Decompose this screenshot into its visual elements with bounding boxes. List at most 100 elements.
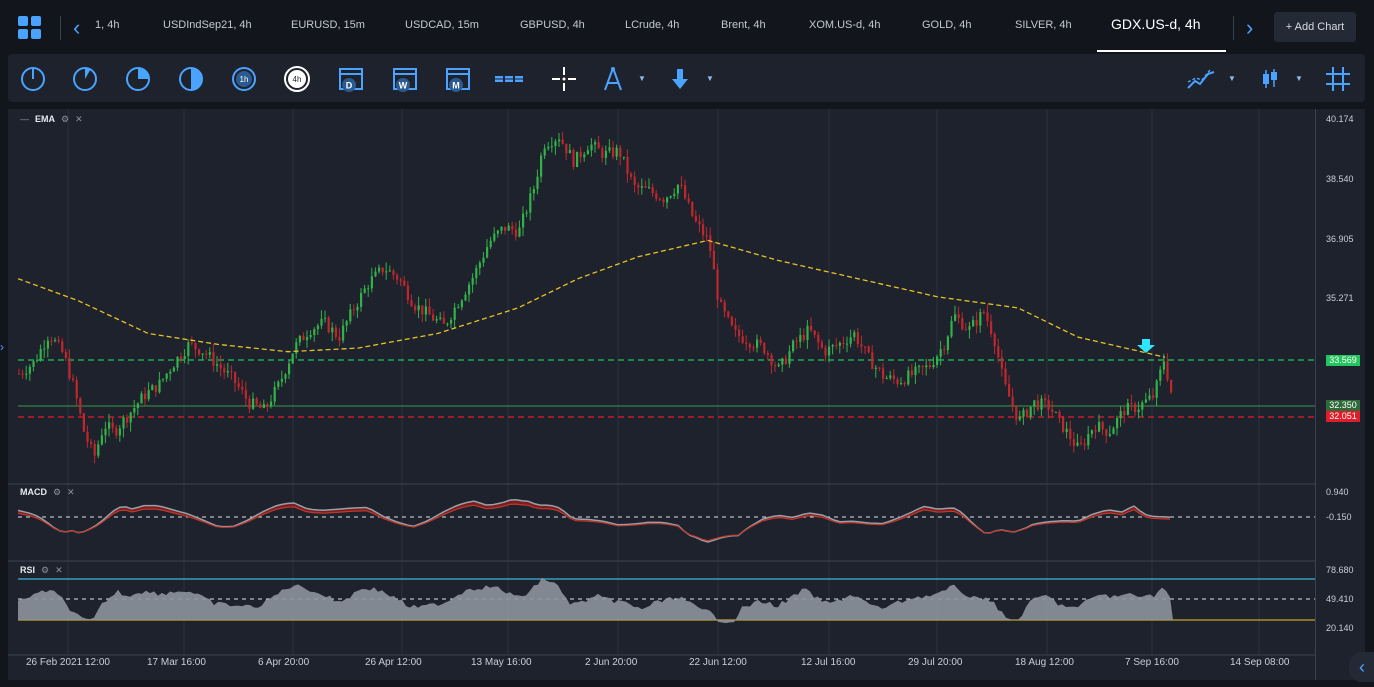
drawing-tools-dropdown-icon[interactable]: ▼ [638,74,646,83]
close-icon[interactable]: ✕ [75,114,83,124]
chart-panel[interactable]: 40.174 38.540 36.905 35.271 33.569 32.35… [8,109,1365,680]
tab-lcrude[interactable]: LCrude, 4h [625,19,679,31]
candle-body [662,199,665,203]
candle-body [187,342,190,357]
candle-body [637,184,640,188]
grid-layout-icon[interactable] [18,16,42,40]
calendar-day-icon[interactable]: D [336,64,366,94]
tab-1-4h[interactable]: 1, 4h [95,19,119,31]
candle-body [784,358,787,364]
candle-body [216,364,219,366]
candle-body [633,176,636,185]
candle-body [165,373,168,379]
range-bar-icon[interactable] [494,64,524,94]
candle-body [93,444,96,456]
macd-indicator-label[interactable]: MACD ⚙ ✕ [20,487,75,498]
candle-body [471,277,474,285]
tab-silver[interactable]: SILVER, 4h [1015,19,1072,31]
close-icon[interactable]: ✕ [67,487,75,497]
candle-body [352,309,355,311]
tab-gold[interactable]: GOLD, 4h [922,19,972,31]
candle-body [946,336,949,351]
time-tick: 6 Apr 20:00 [258,657,310,668]
candle-body [219,364,222,369]
candle-body [975,320,978,326]
candle-body [691,201,694,217]
candle-body [180,356,183,360]
candle-body [262,404,265,408]
tab-usdcad[interactable]: USDCAD, 15m [405,19,479,31]
order-arrow-down-icon[interactable] [665,64,695,94]
candle-body [954,314,957,321]
candle-body [1004,368,1007,385]
timeframe-1h-icon[interactable]: 1h [229,64,259,94]
tab-gbpusd[interactable]: GBPUSD, 4h [520,19,585,31]
candle-body [57,340,60,342]
candle-body [651,187,654,194]
candle-body [540,155,543,177]
candle-body [712,250,715,270]
candle-body [36,360,39,362]
candle-body [626,156,629,174]
candle-body [1162,361,1165,370]
candle-body [1011,396,1014,407]
candle-body [334,327,337,337]
candle-body [43,348,46,350]
collapse-panel-icon[interactable]: ‹ [1349,652,1374,682]
timeframe-5m-icon[interactable] [70,64,100,94]
candle-body [1148,395,1151,400]
settings-icon[interactable]: ⚙ [53,487,61,497]
close-icon[interactable]: ✕ [55,565,63,575]
candle-body [543,148,546,156]
candle-body [547,146,550,149]
candle-body [18,373,21,375]
timeframe-1m-icon[interactable] [18,64,48,94]
timeframe-15m-icon[interactable] [123,64,153,94]
rsi-indicator-label[interactable]: RSI ⚙ ✕ [20,565,63,576]
crosshair-icon[interactable] [549,64,579,94]
candle-body [410,300,413,307]
candle-body [230,371,233,373]
candle-body [237,383,240,387]
candle-body [1141,402,1144,410]
candle-body [687,198,690,202]
tab-brent[interactable]: Brent, 4h [721,19,766,31]
tab-eurusd[interactable]: EURUSD, 15m [291,19,365,31]
candle-body [1062,416,1065,432]
candle-body [680,184,683,186]
timeframe-4h-icon-active[interactable]: 4h [282,64,312,94]
settings-icon[interactable]: ⚙ [61,114,69,124]
tab-usdindsep21[interactable]: USDIndSep21, 4h [163,19,252,31]
timeframe-30m-icon[interactable] [176,64,206,94]
candle-body [32,361,35,367]
calendar-week-icon[interactable]: W [390,64,420,94]
tabs-next-arrow-icon[interactable]: › [1246,14,1253,42]
candle-body [1044,398,1047,401]
candle-body [252,398,255,409]
candle-body [1065,428,1068,432]
candle-body [374,271,377,277]
candle-body [586,150,589,155]
indicators-icon[interactable] [1186,64,1216,94]
calendar-month-icon[interactable]: M [443,64,473,94]
indicators-dropdown-icon[interactable]: ▼ [1228,74,1236,83]
price-chart[interactable] [8,109,1315,680]
candle-body [435,319,438,321]
tab-gdx-active[interactable]: GDX.US-d, 4h [1111,16,1200,32]
settings-icon[interactable]: ⚙ [41,565,49,575]
candle-body [795,340,798,342]
chart-type-candles-icon[interactable] [1255,64,1285,94]
drawing-tools-icon[interactable] [598,64,628,94]
tabs-prev-arrow-icon[interactable]: ‹ [73,14,80,42]
tab-xom[interactable]: XOM.US-d, 4h [809,19,881,31]
grid-toggle-icon[interactable] [1323,64,1353,94]
time-tick: 22 Jun 12:00 [689,657,747,668]
ema-indicator-label[interactable]: — EMA ⚙ ✕ [20,114,83,125]
add-chart-button[interactable]: + Add Chart [1274,12,1356,42]
price-badge-red: 32.051 [1326,411,1360,422]
candle-body [813,330,816,335]
chart-type-dropdown-icon[interactable]: ▼ [1295,74,1303,83]
left-panel-toggle-icon[interactable]: › [0,340,4,354]
candle-body [997,346,1000,358]
order-dropdown-icon[interactable]: ▼ [706,74,714,83]
